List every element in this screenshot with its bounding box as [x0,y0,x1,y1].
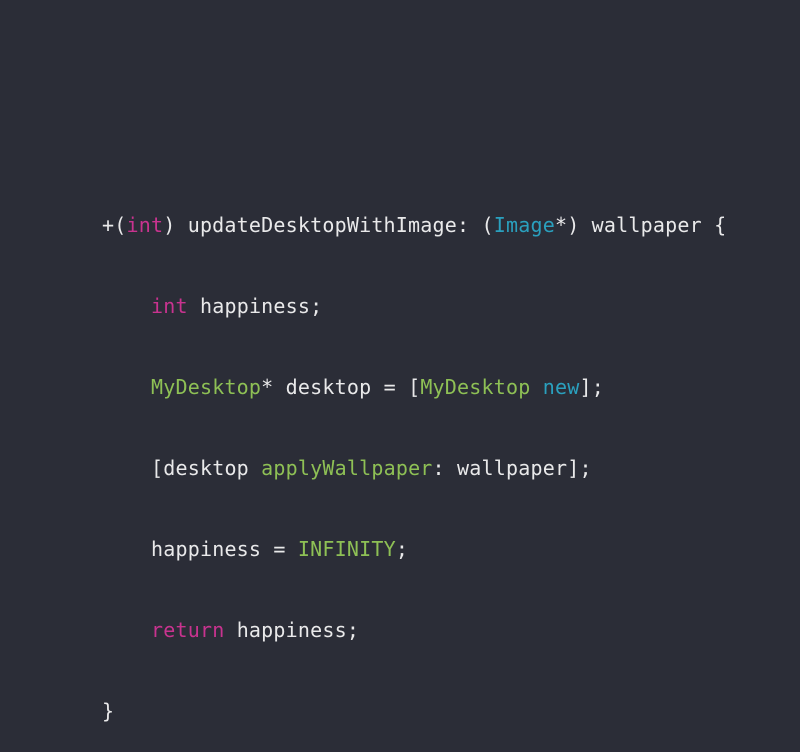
return-type: int [126,213,164,237]
code-line-5: happiness = INFINITY; [102,536,726,563]
constant: INFINITY [297,537,396,561]
code-line-1: +(int) updateDesktopWithImage: (Image*) … [102,212,726,239]
code-line-4: [desktop applyWallpaper: wallpaper]; [102,455,726,482]
receiver: [desktop [151,456,262,480]
var-declaration: happiness; [187,294,323,318]
class-name-receiver: MyDesktop [420,375,531,399]
code-line-3: MyDesktop* desktop = [MyDesktop new]; [102,374,726,401]
assignment-target: happiness = [151,537,298,561]
statement-end: ; [395,537,409,561]
message-name: applyWallpaper [261,456,433,480]
code-snippet: +(int) updateDesktopWithImage: (Image*) … [102,158,726,752]
statement-end: ]; [579,375,604,399]
return-keyword: return [151,618,225,642]
code-line-6: return happiness; [102,617,726,644]
return-value: happiness; [224,618,360,642]
var-type: int [151,294,188,318]
param-type: Image [493,213,555,237]
method-signature-end: *) wallpaper { [554,213,727,237]
class-name: MyDesktop [151,375,262,399]
assignment: * desktop = [ [261,375,421,399]
message-new: new [542,375,580,399]
message-arg: : wallpaper]; [432,456,592,480]
method-prefix: +( [102,213,127,237]
method-signature: ) updateDesktopWithImage: ( [163,213,494,237]
code-line-7: } [102,698,726,725]
code-line-2: int happiness; [102,293,726,320]
closing-brace: } [102,699,115,723]
